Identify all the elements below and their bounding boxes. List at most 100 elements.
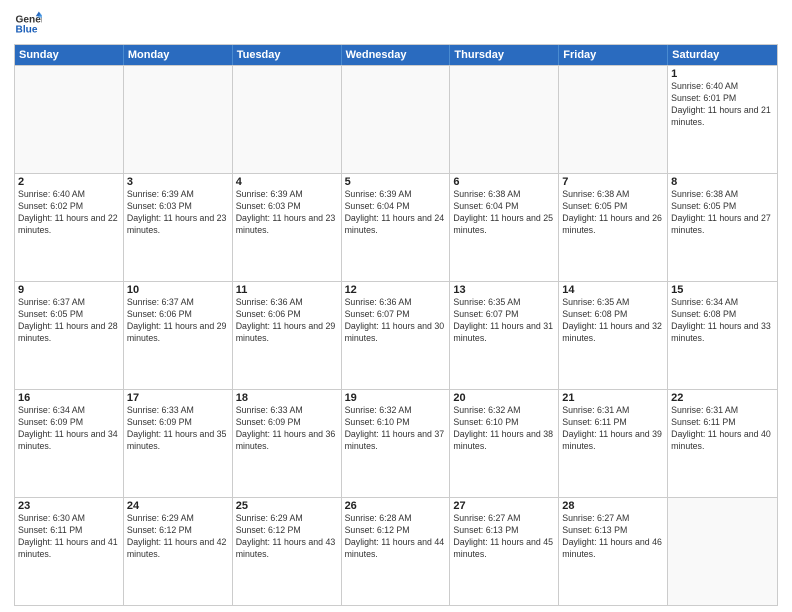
cell-info: Sunrise: 6:37 AM Sunset: 6:06 PM Dayligh… (127, 297, 229, 345)
calendar-cell: 21Sunrise: 6:31 AM Sunset: 6:11 PM Dayli… (559, 390, 668, 497)
day-number: 8 (671, 176, 774, 188)
calendar-cell (15, 66, 124, 173)
calendar-body: 1Sunrise: 6:40 AM Sunset: 6:01 PM Daylig… (15, 65, 777, 605)
calendar-cell: 6Sunrise: 6:38 AM Sunset: 6:04 PM Daylig… (450, 174, 559, 281)
weekday-header: Monday (124, 45, 233, 65)
day-number: 10 (127, 284, 229, 296)
calendar-cell: 22Sunrise: 6:31 AM Sunset: 6:11 PM Dayli… (668, 390, 777, 497)
day-number: 9 (18, 284, 120, 296)
cell-info: Sunrise: 6:39 AM Sunset: 6:04 PM Dayligh… (345, 189, 447, 237)
calendar-cell: 23Sunrise: 6:30 AM Sunset: 6:11 PM Dayli… (15, 498, 124, 605)
cell-info: Sunrise: 6:34 AM Sunset: 6:09 PM Dayligh… (18, 405, 120, 453)
calendar-row: 23Sunrise: 6:30 AM Sunset: 6:11 PM Dayli… (15, 497, 777, 605)
calendar-cell (450, 66, 559, 173)
cell-info: Sunrise: 6:27 AM Sunset: 6:13 PM Dayligh… (453, 513, 555, 561)
weekday-header: Thursday (450, 45, 559, 65)
day-number: 15 (671, 284, 774, 296)
cell-info: Sunrise: 6:29 AM Sunset: 6:12 PM Dayligh… (127, 513, 229, 561)
calendar-cell: 1Sunrise: 6:40 AM Sunset: 6:01 PM Daylig… (668, 66, 777, 173)
day-number: 3 (127, 176, 229, 188)
day-number: 7 (562, 176, 664, 188)
page: General Blue SundayMondayTuesdayWednesda… (0, 0, 792, 612)
cell-info: Sunrise: 6:32 AM Sunset: 6:10 PM Dayligh… (453, 405, 555, 453)
weekday-header: Friday (559, 45, 668, 65)
day-number: 22 (671, 392, 774, 404)
day-number: 16 (18, 392, 120, 404)
day-number: 25 (236, 500, 338, 512)
calendar-cell: 19Sunrise: 6:32 AM Sunset: 6:10 PM Dayli… (342, 390, 451, 497)
cell-info: Sunrise: 6:34 AM Sunset: 6:08 PM Dayligh… (671, 297, 774, 345)
day-number: 28 (562, 500, 664, 512)
cell-info: Sunrise: 6:36 AM Sunset: 6:07 PM Dayligh… (345, 297, 447, 345)
day-number: 21 (562, 392, 664, 404)
calendar-cell: 27Sunrise: 6:27 AM Sunset: 6:13 PM Dayli… (450, 498, 559, 605)
calendar-cell: 2Sunrise: 6:40 AM Sunset: 6:02 PM Daylig… (15, 174, 124, 281)
cell-info: Sunrise: 6:37 AM Sunset: 6:05 PM Dayligh… (18, 297, 120, 345)
calendar-cell: 28Sunrise: 6:27 AM Sunset: 6:13 PM Dayli… (559, 498, 668, 605)
calendar-cell: 16Sunrise: 6:34 AM Sunset: 6:09 PM Dayli… (15, 390, 124, 497)
cell-info: Sunrise: 6:38 AM Sunset: 6:05 PM Dayligh… (562, 189, 664, 237)
day-number: 6 (453, 176, 555, 188)
cell-info: Sunrise: 6:35 AM Sunset: 6:08 PM Dayligh… (562, 297, 664, 345)
day-number: 26 (345, 500, 447, 512)
day-number: 1 (671, 68, 774, 80)
calendar-cell (668, 498, 777, 605)
cell-info: Sunrise: 6:35 AM Sunset: 6:07 PM Dayligh… (453, 297, 555, 345)
weekday-header: Tuesday (233, 45, 342, 65)
cell-info: Sunrise: 6:31 AM Sunset: 6:11 PM Dayligh… (562, 405, 664, 453)
day-number: 13 (453, 284, 555, 296)
calendar-cell: 5Sunrise: 6:39 AM Sunset: 6:04 PM Daylig… (342, 174, 451, 281)
cell-info: Sunrise: 6:27 AM Sunset: 6:13 PM Dayligh… (562, 513, 664, 561)
calendar-cell: 11Sunrise: 6:36 AM Sunset: 6:06 PM Dayli… (233, 282, 342, 389)
calendar-cell: 12Sunrise: 6:36 AM Sunset: 6:07 PM Dayli… (342, 282, 451, 389)
calendar-cell: 3Sunrise: 6:39 AM Sunset: 6:03 PM Daylig… (124, 174, 233, 281)
day-number: 4 (236, 176, 338, 188)
cell-info: Sunrise: 6:31 AM Sunset: 6:11 PM Dayligh… (671, 405, 774, 453)
calendar-cell: 8Sunrise: 6:38 AM Sunset: 6:05 PM Daylig… (668, 174, 777, 281)
calendar-cell: 24Sunrise: 6:29 AM Sunset: 6:12 PM Dayli… (124, 498, 233, 605)
cell-info: Sunrise: 6:36 AM Sunset: 6:06 PM Dayligh… (236, 297, 338, 345)
calendar-cell (559, 66, 668, 173)
calendar-row: 9Sunrise: 6:37 AM Sunset: 6:05 PM Daylig… (15, 281, 777, 389)
day-number: 24 (127, 500, 229, 512)
day-number: 27 (453, 500, 555, 512)
calendar-cell (342, 66, 451, 173)
cell-info: Sunrise: 6:30 AM Sunset: 6:11 PM Dayligh… (18, 513, 120, 561)
calendar-row: 16Sunrise: 6:34 AM Sunset: 6:09 PM Dayli… (15, 389, 777, 497)
calendar-cell: 15Sunrise: 6:34 AM Sunset: 6:08 PM Dayli… (668, 282, 777, 389)
weekday-header: Wednesday (342, 45, 451, 65)
calendar-cell: 14Sunrise: 6:35 AM Sunset: 6:08 PM Dayli… (559, 282, 668, 389)
cell-info: Sunrise: 6:28 AM Sunset: 6:12 PM Dayligh… (345, 513, 447, 561)
weekday-header: Sunday (15, 45, 124, 65)
calendar-cell: 9Sunrise: 6:37 AM Sunset: 6:05 PM Daylig… (15, 282, 124, 389)
calendar-row: 1Sunrise: 6:40 AM Sunset: 6:01 PM Daylig… (15, 65, 777, 173)
day-number: 5 (345, 176, 447, 188)
cell-info: Sunrise: 6:40 AM Sunset: 6:02 PM Dayligh… (18, 189, 120, 237)
day-number: 20 (453, 392, 555, 404)
cell-info: Sunrise: 6:29 AM Sunset: 6:12 PM Dayligh… (236, 513, 338, 561)
calendar-row: 2Sunrise: 6:40 AM Sunset: 6:02 PM Daylig… (15, 173, 777, 281)
cell-info: Sunrise: 6:33 AM Sunset: 6:09 PM Dayligh… (127, 405, 229, 453)
calendar-cell (124, 66, 233, 173)
calendar-cell: 18Sunrise: 6:33 AM Sunset: 6:09 PM Dayli… (233, 390, 342, 497)
day-number: 18 (236, 392, 338, 404)
weekday-header: Saturday (668, 45, 777, 65)
calendar-cell (233, 66, 342, 173)
day-number: 14 (562, 284, 664, 296)
day-number: 17 (127, 392, 229, 404)
cell-info: Sunrise: 6:32 AM Sunset: 6:10 PM Dayligh… (345, 405, 447, 453)
header: General Blue (14, 10, 778, 38)
cell-info: Sunrise: 6:33 AM Sunset: 6:09 PM Dayligh… (236, 405, 338, 453)
calendar-cell: 26Sunrise: 6:28 AM Sunset: 6:12 PM Dayli… (342, 498, 451, 605)
day-number: 23 (18, 500, 120, 512)
day-number: 19 (345, 392, 447, 404)
calendar-cell: 13Sunrise: 6:35 AM Sunset: 6:07 PM Dayli… (450, 282, 559, 389)
logo: General Blue (14, 10, 42, 38)
logo-icon: General Blue (14, 10, 42, 38)
calendar: SundayMondayTuesdayWednesdayThursdayFrid… (14, 44, 778, 606)
cell-info: Sunrise: 6:39 AM Sunset: 6:03 PM Dayligh… (127, 189, 229, 237)
calendar-cell: 20Sunrise: 6:32 AM Sunset: 6:10 PM Dayli… (450, 390, 559, 497)
day-number: 11 (236, 284, 338, 296)
calendar-cell: 10Sunrise: 6:37 AM Sunset: 6:06 PM Dayli… (124, 282, 233, 389)
calendar-header: SundayMondayTuesdayWednesdayThursdayFrid… (15, 45, 777, 65)
